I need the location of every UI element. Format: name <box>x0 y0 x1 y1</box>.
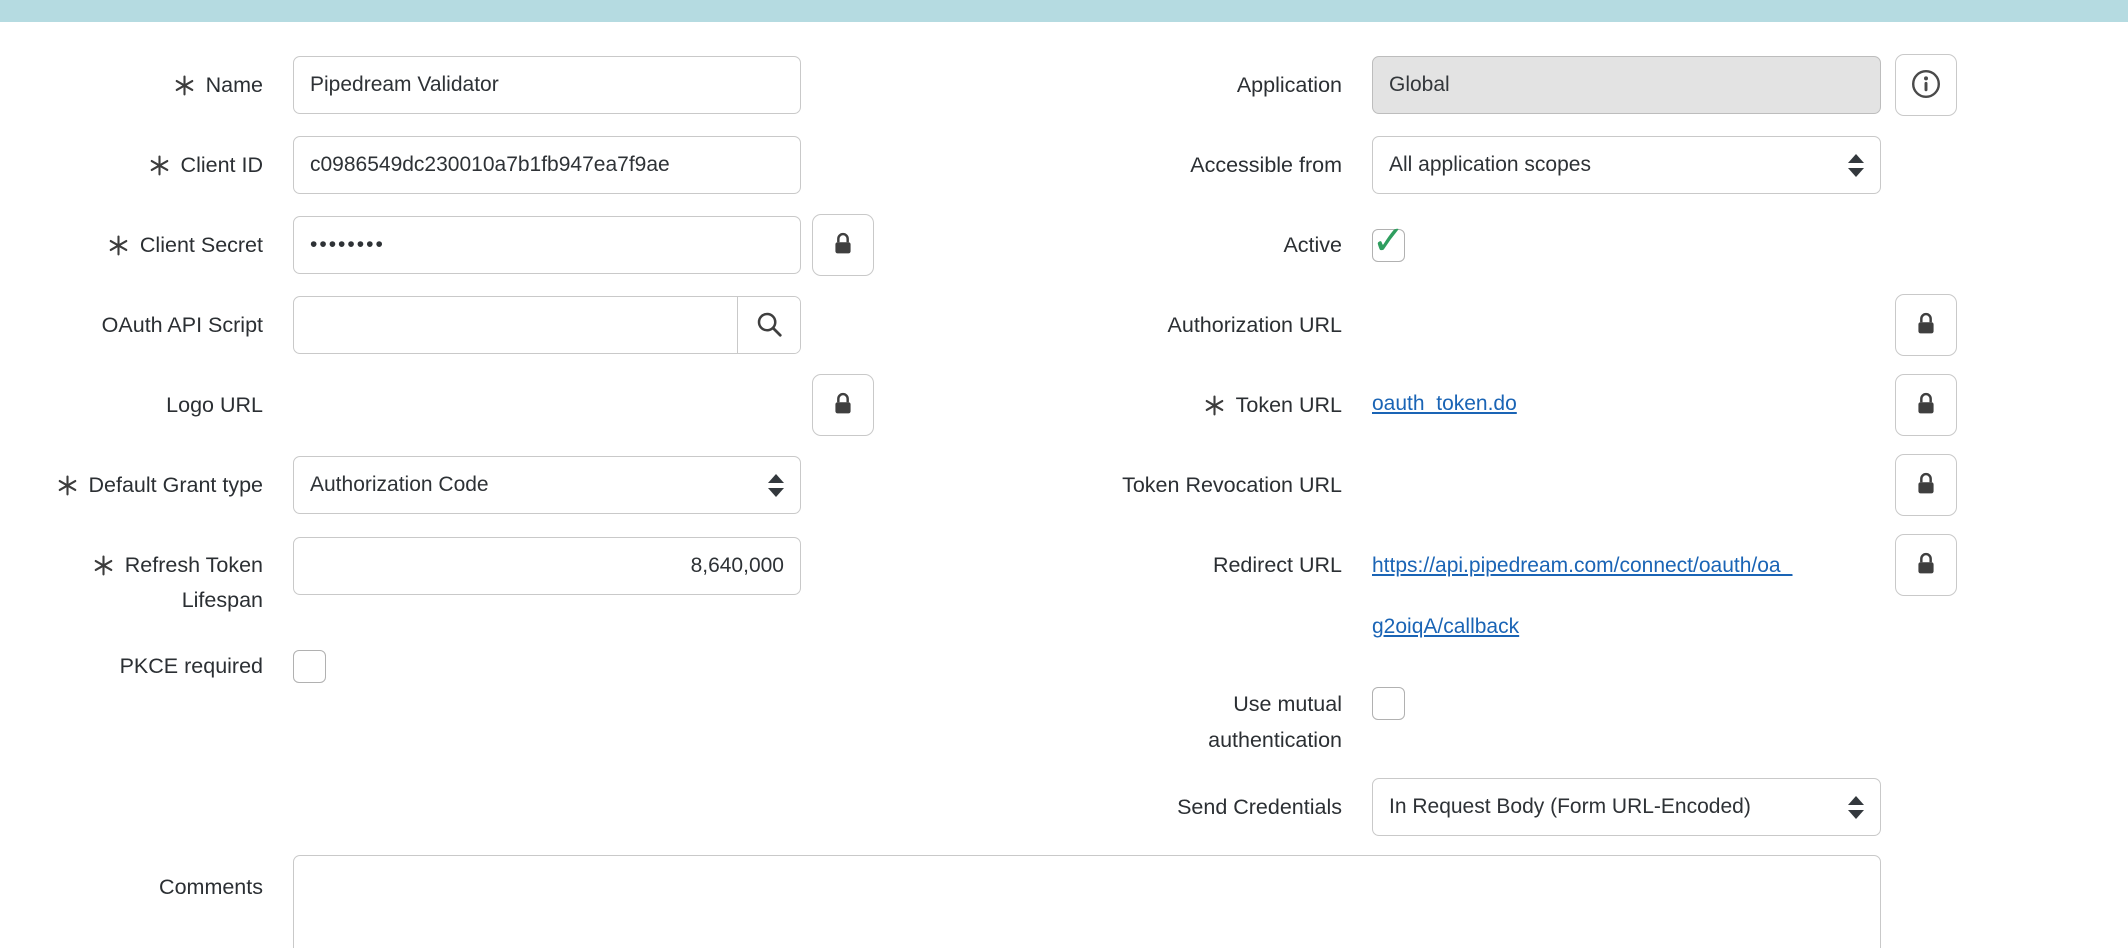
pkce-required-checkbox[interactable] <box>293 650 326 683</box>
application-label: Application <box>1000 56 1342 114</box>
token-revocation-url-label: Token Revocation URL <box>1000 456 1342 514</box>
client-secret-input[interactable] <box>293 216 801 274</box>
oauth-api-script-label: OAuth API Script <box>0 296 263 354</box>
required-icon <box>1204 395 1225 416</box>
accessible-from-label: Accessible from <box>1000 136 1342 194</box>
client-secret-label: Client Secret <box>0 216 263 274</box>
active-checkbox[interactable]: ✓ <box>1372 229 1405 262</box>
lock-icon <box>1912 550 1940 581</box>
active-label: Active <box>1000 216 1342 274</box>
use-mutual-authentication-checkbox[interactable] <box>1372 687 1405 720</box>
logo-url-label: Logo URL <box>0 376 263 434</box>
required-icon <box>93 555 114 576</box>
info-icon <box>1910 68 1942 103</box>
comments-label: Comments <box>0 858 263 916</box>
lock-icon <box>1912 470 1940 501</box>
client-id-label: Client ID <box>0 136 263 194</box>
authorization-url-label: Authorization URL <box>1000 296 1342 354</box>
lock-icon <box>1912 390 1940 421</box>
required-icon <box>108 235 129 256</box>
name-label: Name <box>0 56 263 114</box>
token-url-link[interactable]: oauth_token.do <box>1372 392 1517 416</box>
token-url-label: Token URL <box>1000 376 1342 434</box>
select-arrows-icon <box>758 474 784 497</box>
client-secret-lock-button[interactable] <box>812 214 874 276</box>
use-mutual-authentication-label: Use mutual authentication <box>1000 686 1342 758</box>
send-credentials-label: Send Credentials <box>1000 778 1342 836</box>
refresh-token-lifespan-input[interactable] <box>293 537 801 595</box>
pkce-required-label: PKCE required <box>0 637 263 695</box>
application-input <box>1372 56 1881 114</box>
redirect-url-label: Redirect URL <box>1000 536 1342 594</box>
select-arrows-icon <box>1838 154 1864 177</box>
checkmark-icon: ✓ <box>1372 221 1406 261</box>
default-grant-type-label: Default Grant type <box>0 456 263 514</box>
logo-url-lock-button[interactable] <box>812 374 874 436</box>
oauth-application-form: Name Client ID Client Secret OAuth API S… <box>0 0 2128 948</box>
redirect-url-link[interactable]: https://api.pipedream.com/connect/oauth/… <box>1372 535 1902 657</box>
oauth-api-script-input[interactable] <box>294 297 737 353</box>
redirect-url-lock-button[interactable] <box>1895 534 1957 596</box>
authorization-url-lock-button[interactable] <box>1895 294 1957 356</box>
name-input[interactable] <box>293 56 801 114</box>
refresh-token-lifespan-label: Refresh Token Lifespan <box>0 548 263 618</box>
oauth-api-script-lookup-button[interactable] <box>737 297 800 353</box>
send-credentials-select[interactable]: In Request Body (Form URL-Encoded) <box>1372 778 1881 836</box>
lock-icon <box>829 390 857 421</box>
required-icon <box>57 475 78 496</box>
required-icon <box>174 75 195 96</box>
select-arrows-icon <box>1838 796 1864 819</box>
token-revocation-url-lock-button[interactable] <box>1895 454 1957 516</box>
accessible-from-select[interactable]: All application scopes <box>1372 136 1881 194</box>
comments-textarea[interactable] <box>293 855 1881 948</box>
lock-icon <box>829 230 857 261</box>
application-info-button[interactable] <box>1895 54 1957 116</box>
token-url-lock-button[interactable] <box>1895 374 1957 436</box>
client-id-input[interactable] <box>293 136 801 194</box>
default-grant-type-select[interactable]: Authorization Code <box>293 456 801 514</box>
window-top-accent-bar <box>0 0 2128 22</box>
search-icon <box>754 309 784 342</box>
lock-icon <box>1912 310 1940 341</box>
required-icon <box>149 155 170 176</box>
oauth-api-script-field <box>293 296 801 354</box>
